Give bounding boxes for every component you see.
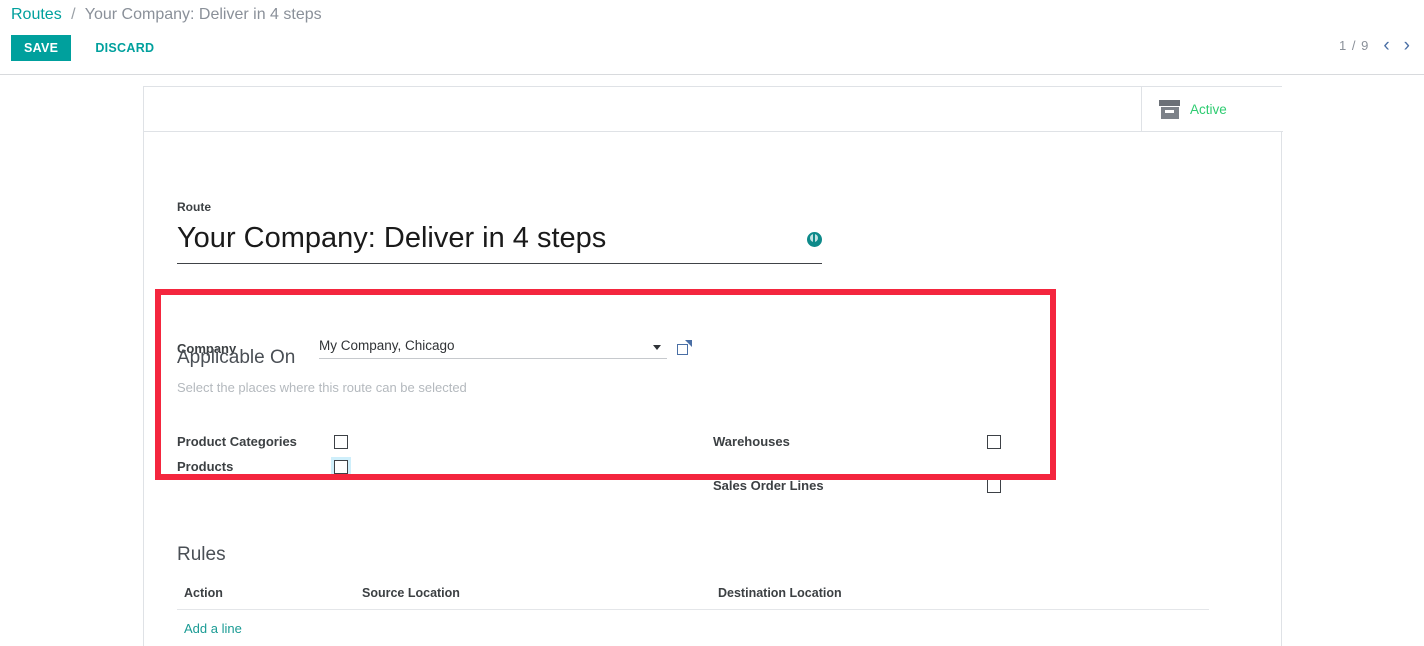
- form-sheet: Active Route Company Applicable On: [143, 86, 1283, 646]
- save-button[interactable]: SAVE: [11, 35, 72, 61]
- rules-group: Rules Action Source Location Destination…: [177, 544, 1242, 638]
- products-label: Products: [177, 459, 234, 474]
- stat-button-bar: Active: [144, 87, 1283, 132]
- stat-button-active-label: Active: [1190, 101, 1227, 117]
- control-panel: Routes / Your Company: Deliver in 4 step…: [0, 0, 1424, 75]
- warehouses-checkbox[interactable]: [987, 434, 1001, 449]
- archive-box-icon: [1159, 99, 1180, 119]
- discard-button[interactable]: DISCARD: [89, 35, 160, 61]
- pager-previous-icon[interactable]: ‹: [1383, 36, 1389, 55]
- translate-globe-icon[interactable]: [807, 232, 822, 247]
- checkbox-row-products: Products: [177, 454, 713, 479]
- warehouses-label: Warehouses: [713, 434, 790, 449]
- applicable-on-columns: Product Categories Products Warehouses S: [177, 429, 1057, 498]
- rules-title: Rules: [177, 544, 226, 565]
- route-name-field: [177, 220, 822, 264]
- breadcrumb-separator: /: [71, 6, 76, 23]
- sales-order-lines-label: Sales Order Lines: [713, 478, 824, 493]
- stat-button-active[interactable]: Active: [1141, 87, 1283, 131]
- record-pager: 1 / 9 ‹ ›: [1339, 36, 1410, 55]
- product-categories-checkbox[interactable]: [334, 434, 348, 449]
- breadcrumb-current: Your Company: Deliver in 4 steps: [84, 6, 322, 23]
- form-action-buttons: SAVE DISCARD: [11, 35, 160, 61]
- breadcrumb-link-routes[interactable]: Routes: [11, 6, 62, 23]
- checkbox-row-sales-order-lines: Sales Order Lines: [713, 473, 1043, 498]
- route-name-input[interactable]: [177, 220, 777, 256]
- pager-next-icon[interactable]: ›: [1404, 36, 1410, 55]
- column-header-source-location: Source Location: [355, 586, 711, 610]
- applicable-on-group: Applicable On Select the places where th…: [177, 347, 1057, 498]
- breadcrumb: Routes / Your Company: Deliver in 4 step…: [11, 5, 322, 25]
- checkbox-row-warehouses: Warehouses: [713, 429, 1043, 454]
- applicable-on-right-column: Warehouses Sales Order Lines: [713, 429, 1043, 498]
- column-header-action: Action: [177, 586, 355, 610]
- column-header-destination-location: Destination Location: [711, 586, 1209, 610]
- applicable-on-title: Applicable On: [177, 347, 296, 368]
- add-a-line-button[interactable]: Add a line: [184, 621, 242, 636]
- sales-order-lines-checkbox[interactable]: [987, 478, 1001, 493]
- applicable-on-subtitle: Select the places where this route can b…: [177, 380, 467, 395]
- rules-table: Action Source Location Destination Locat…: [177, 586, 1209, 610]
- checkbox-row-product-categories: Product Categories: [177, 429, 713, 454]
- pager-count: 1 / 9: [1339, 38, 1370, 53]
- product-categories-label: Product Categories: [177, 434, 297, 449]
- rules-header-row: Action Source Location Destination Locat…: [177, 586, 1209, 610]
- products-checkbox[interactable]: [331, 456, 351, 477]
- applicable-on-left-column: Product Categories Products: [177, 429, 713, 498]
- route-title-block: Route: [177, 200, 822, 264]
- route-label: Route: [177, 200, 211, 214]
